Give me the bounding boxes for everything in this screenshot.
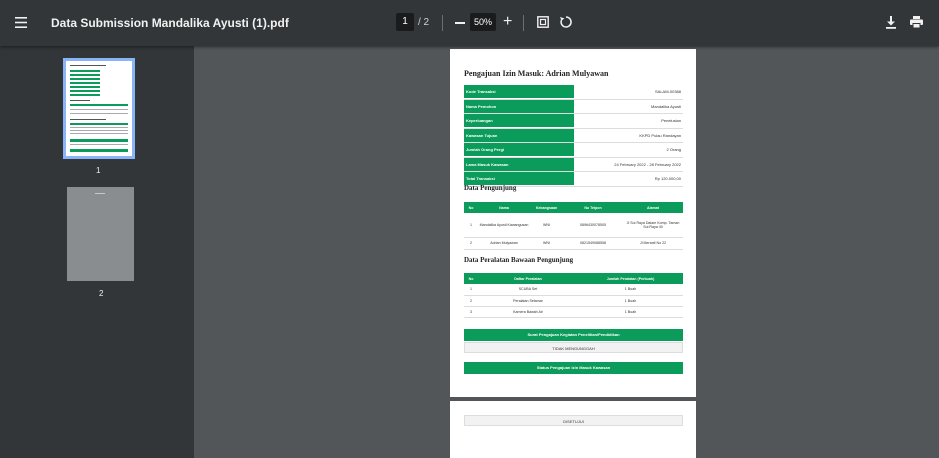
visitors-section-title: Data Pengunjung <box>464 184 517 192</box>
page-thumbnail-1[interactable] <box>63 58 135 159</box>
submission-info-table: Kode Transaksi SALAM-00388 Nama Pemohon … <box>464 85 683 187</box>
toolbar-divider <box>442 15 443 31</box>
table-row: 1 SCUBA Set 1 Buah <box>464 284 683 296</box>
letter-status-value: TIDAK MENGUNGGAH <box>464 342 683 353</box>
table-row: 1 Mandalika Ayusti Kawangusan WNI 089643… <box>464 213 683 238</box>
approval-status-value: DISETUJUI <box>464 415 683 426</box>
document-title: Data Submission Mandalika Ayusti (1).pdf <box>51 16 289 30</box>
page-thumbnail-2[interactable] <box>67 187 134 281</box>
menu-icon[interactable] <box>15 17 27 28</box>
visitors-table: No Nama Kebangsaan No Telpon Alamat 1 Ma… <box>464 202 683 250</box>
letter-section-bar: Surat Pengajuan Kegiatan Penelitian/Pend… <box>464 329 683 341</box>
zoom-in-button[interactable]: + <box>503 14 512 30</box>
rotate-icon[interactable] <box>559 15 573 29</box>
pdf-page-1: Pengajuan Izin Masuk: Adrian Mulyawan Ko… <box>450 49 696 397</box>
table-row: 3 Kamera Bawah Air 1 Buah <box>464 306 683 318</box>
zoom-level-input[interactable]: 50% <box>470 13 496 31</box>
zoom-out-button[interactable] <box>455 22 465 24</box>
info-row: Kode Transaksi SALAM-00388 <box>464 85 683 100</box>
status-section-bar: Status Pengajuan Izin Masuk Kawasan <box>464 362 683 374</box>
print-icon[interactable] <box>910 16 923 28</box>
info-row: Jumlah Orang Pergi 2 Orang <box>464 143 683 158</box>
info-row: Nama Pemohon Mandalika Ayusti <box>464 99 683 114</box>
info-row: Lama Masuk Kawasan 24 February 2022 - 28… <box>464 157 683 172</box>
info-row: Keperluangan Penelusian <box>464 114 683 129</box>
pdf-toolbar: Data Submission Mandalika Ayusti (1).pdf… <box>0 0 939 46</box>
page-number-input[interactable]: 1 <box>396 13 414 31</box>
table-row: 2 Peralatan Selamar 1 Buah <box>464 295 683 307</box>
submission-title: Pengajuan Izin Masuk: Adrian Mulyawan <box>464 69 609 78</box>
info-row: Kawasan Tujuan KKPD Pulau Randayan <box>464 128 683 143</box>
pdf-page-2: DISETUJUI <box>450 401 696 458</box>
equipment-table: No Daftar Peralatan Jumlah Peralatan (Pe… <box>464 273 683 318</box>
toolbar-divider <box>523 15 524 31</box>
page-total: / 2 <box>418 17 430 28</box>
table-header-row: No Nama Kebangsaan No Telpon Alamat <box>464 202 683 213</box>
table-row: 2 Adrian Mulyawan WNI 0821549088558 Jl M… <box>464 237 683 250</box>
fit-page-icon[interactable] <box>537 16 549 28</box>
download-icon[interactable] <box>885 16 897 29</box>
thumbnail-page-number: 2 <box>99 289 104 298</box>
thumbnail-page-number: 1 <box>96 166 101 175</box>
table-header-row: No Daftar Peralatan Jumlah Peralatan (Pe… <box>464 273 683 284</box>
equipment-section-title: Data Peralatan Bawaan Pengunjung <box>464 256 574 264</box>
